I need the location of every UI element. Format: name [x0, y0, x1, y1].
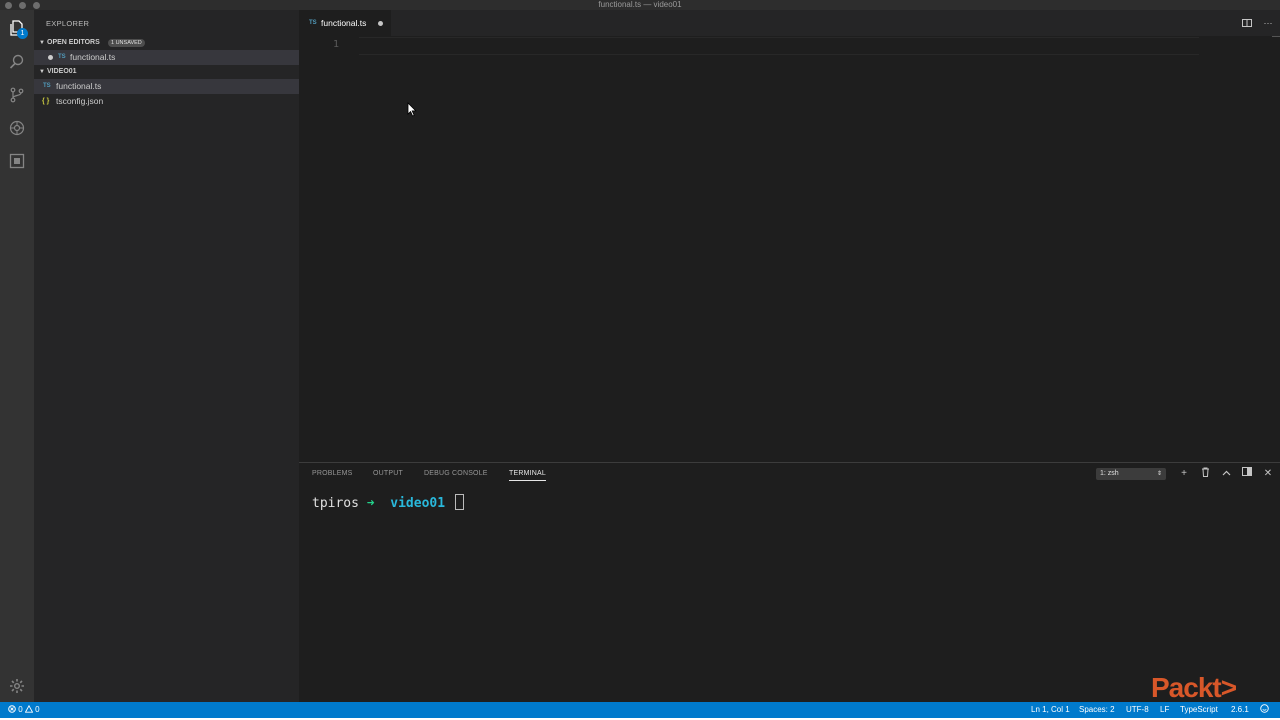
cursor-position[interactable]: Ln 1, Col 1: [1031, 702, 1070, 718]
chevron-down-icon: ▼: [39, 69, 45, 75]
explorer-sidebar: EXPLORER ▼ OPEN EDITORS 1 UNSAVED TS fun…: [34, 10, 299, 702]
terminal-cursor: [454, 494, 464, 510]
feedback-smiley-icon[interactable]: [1260, 702, 1269, 718]
file-item-functional[interactable]: TS functional.ts: [34, 79, 299, 94]
extensions-activity[interactable]: [7, 151, 27, 171]
toggle-panel-position-icon[interactable]: [1240, 467, 1254, 481]
tab-output[interactable]: OUTPUT: [373, 470, 403, 477]
json-file-icon: { }: [42, 98, 50, 105]
tab-problems[interactable]: PROBLEMS: [312, 470, 353, 477]
file-label: functional.ts: [56, 81, 102, 91]
chevron-down-icon: ▼: [39, 40, 45, 46]
line-number: 1: [333, 39, 340, 50]
explorer-title: EXPLORER: [46, 19, 90, 28]
source-control-activity[interactable]: [7, 85, 27, 105]
typescript-file-icon: TS: [58, 54, 66, 60]
warning-count: 0: [35, 705, 40, 714]
editor-tabs: TS functional.ts ···: [299, 10, 1280, 36]
editor-area[interactable]: TS functional.ts ··· 1: [299, 10, 1280, 462]
encoding-status[interactable]: UTF-8: [1126, 702, 1149, 718]
typescript-file-icon: TS: [309, 20, 317, 26]
window-title: functional.ts — video01: [598, 0, 682, 9]
tab-debug-console[interactable]: DEBUG CONSOLE: [424, 470, 488, 477]
open-editors-label: OPEN EDITORS: [47, 39, 100, 46]
maximize-panel-icon[interactable]: [1219, 467, 1233, 481]
search-activity[interactable]: [7, 52, 27, 72]
settings-activity[interactable]: [7, 676, 27, 696]
typescript-version[interactable]: 2.6.1: [1231, 702, 1249, 718]
error-count: 0: [18, 705, 23, 714]
close-icon[interactable]: ✕: [1261, 467, 1275, 481]
problems-status[interactable]: 0 0: [8, 702, 40, 718]
language-mode[interactable]: TypeScript: [1180, 702, 1218, 718]
unsaved-dot-icon: [48, 55, 53, 60]
tab-terminal[interactable]: TERMINAL: [509, 470, 546, 481]
tab-label: functional.ts: [321, 18, 367, 28]
extensions-icon: [9, 153, 25, 169]
error-icon: [8, 705, 16, 713]
debug-icon: [9, 120, 25, 136]
open-editor-label: functional.ts: [70, 52, 116, 62]
packt-watermark-logo: Packt>: [1151, 672, 1237, 703]
indentation-status[interactable]: Spaces: 2: [1079, 702, 1115, 718]
folder-label: VIDEO01: [47, 68, 77, 75]
file-item-tsconfig[interactable]: { } tsconfig.json: [34, 94, 299, 109]
terminal-output[interactable]: tpiros ➜ video01: [312, 494, 464, 512]
folder-section[interactable]: ▼ VIDEO01: [34, 65, 299, 79]
source-control-icon: [10, 87, 24, 103]
select-caret-icon: ⇕: [1156, 471, 1162, 477]
open-editor-item[interactable]: TS functional.ts: [34, 50, 299, 65]
typescript-file-icon: TS: [43, 83, 51, 89]
window-titlebar: functional.ts — video01: [0, 0, 1280, 10]
terminal-shell-select[interactable]: 1: zsh ⇕: [1096, 468, 1166, 480]
overview-ruler: [1272, 36, 1280, 37]
search-icon: [9, 54, 24, 69]
debug-activity[interactable]: [7, 118, 27, 138]
explorer-activity[interactable]: 1: [7, 18, 28, 39]
file-label: tsconfig.json: [56, 96, 104, 106]
warning-icon: [24, 704, 34, 713]
status-bar: 0 0 Ln 1, Col 1 Spaces: 2 UTF-8 LF TypeS…: [0, 702, 1280, 718]
new-terminal-icon[interactable]: +: [1177, 467, 1191, 481]
explorer-badge: 1: [17, 28, 28, 39]
activity-bar: 1: [0, 10, 34, 702]
terminal-directory: video01: [390, 496, 446, 511]
mouse-pointer-icon: [407, 102, 417, 117]
trash-icon[interactable]: [1198, 467, 1212, 481]
gear-icon: [10, 679, 24, 693]
terminal-user: tpiros: [312, 496, 359, 511]
split-editor-icon[interactable]: [1242, 18, 1252, 28]
unsaved-dot-icon[interactable]: [378, 21, 383, 26]
current-line-highlight: [359, 37, 1199, 55]
shell-select-value: 1: zsh: [1100, 470, 1119, 477]
prompt-arrow: ➜: [366, 496, 375, 511]
more-actions-icon[interactable]: ···: [1263, 18, 1273, 28]
eol-status[interactable]: LF: [1160, 702, 1169, 718]
bottom-panel: PROBLEMS OUTPUT DEBUG CONSOLE TERMINAL 1…: [299, 462, 1280, 703]
open-editors-section[interactable]: ▼ OPEN EDITORS 1 UNSAVED: [34, 36, 299, 50]
tab-functional-ts[interactable]: TS functional.ts: [299, 10, 391, 36]
unsaved-badge: 1 UNSAVED: [108, 39, 145, 47]
